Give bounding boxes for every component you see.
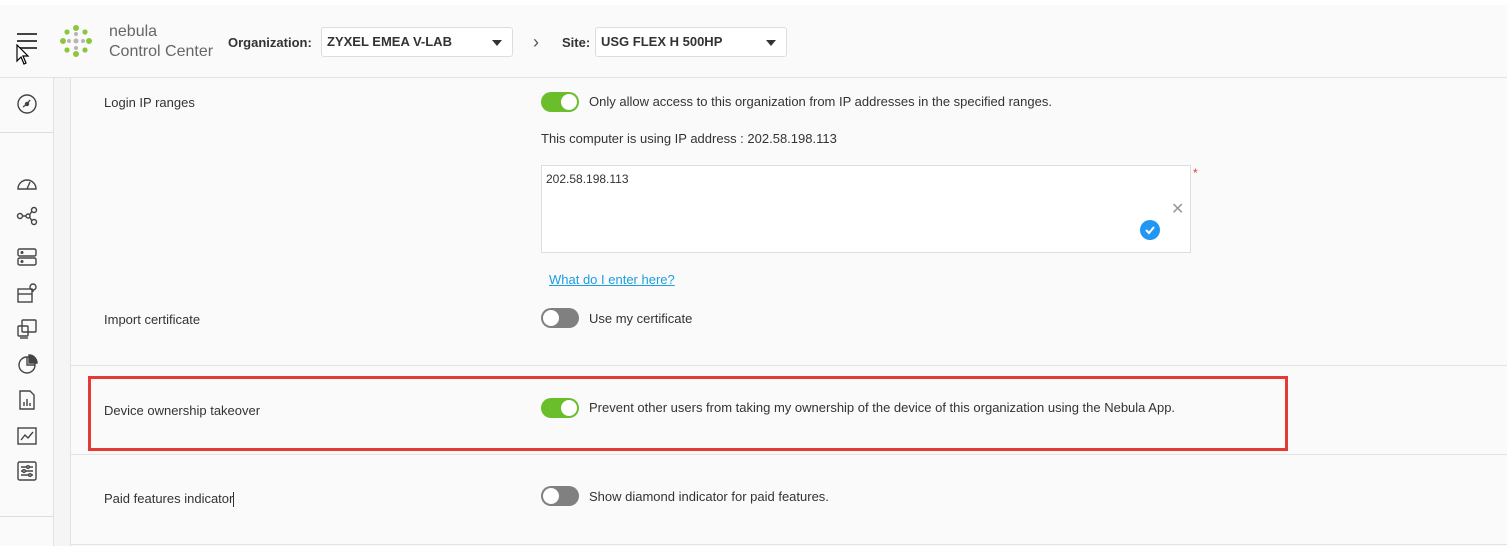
device-ownership-toggle-text: Prevent other users from taking my owner… (589, 400, 1176, 415)
devices-icon[interactable] (16, 318, 38, 340)
server-icon[interactable] (16, 246, 38, 268)
mouse-cursor-icon (16, 44, 30, 65)
checkmark-icon (1140, 220, 1160, 240)
pie-chart-icon[interactable] (16, 353, 38, 375)
dashboard-icon[interactable] (16, 93, 38, 115)
nebula-logo-icon (60, 25, 92, 57)
chevron-right-icon: › (533, 32, 539, 52)
site-select[interactable]: USG FLEX H 500HP (595, 27, 787, 57)
device-ownership-toggle[interactable] (541, 398, 579, 418)
text-cursor (233, 492, 235, 508)
topology-icon[interactable] (16, 205, 38, 227)
required-mark: * (1193, 166, 1198, 180)
report-icon[interactable] (16, 389, 38, 411)
paid-features-toggle[interactable] (541, 486, 579, 506)
speedometer-icon[interactable] (16, 173, 38, 195)
import-certificate-toggle-text: Use my certificate (589, 311, 693, 326)
top-header: nebula Control Center Organization: ZYXE… (0, 0, 1507, 78)
what-do-i-enter-link[interactable]: What do I enter here? (549, 272, 675, 287)
current-ip-info: This computer is using IP address : 202.… (541, 131, 837, 146)
import-certificate-label: Import certificate (104, 312, 201, 327)
chevron-down-icon (766, 40, 776, 46)
site-location-icon[interactable] (16, 282, 38, 304)
organization-label: Organization: (228, 35, 312, 50)
device-ownership-label: Device ownership takeover (104, 403, 261, 418)
paid-features-toggle-text: Show diamond indicator for paid features… (589, 489, 829, 504)
paid-features-label: Paid features indicator (104, 491, 235, 508)
login-ip-toggle[interactable] (541, 92, 579, 112)
ip-ranges-textarea[interactable]: 202.58.198.113 (541, 165, 1191, 253)
app-title: nebula Control Center (109, 23, 214, 60)
settings-panel: Login IP ranges Only allow access to thi… (71, 78, 1507, 546)
site-label: Site: (562, 35, 591, 50)
chevron-down-icon (492, 40, 502, 46)
clear-icon[interactable]: ✕ (1171, 199, 1184, 219)
scroll-gutter (54, 78, 71, 546)
line-chart-icon[interactable] (16, 425, 38, 447)
organization-select[interactable]: ZYXEL EMEA V-LAB (321, 27, 513, 57)
import-certificate-toggle[interactable] (541, 308, 579, 328)
login-ip-toggle-text: Only allow access to this organization f… (589, 94, 1052, 109)
sidebar (0, 78, 54, 546)
settings-sliders-icon[interactable] (16, 460, 38, 482)
login-ip-ranges-label: Login IP ranges (104, 95, 195, 110)
